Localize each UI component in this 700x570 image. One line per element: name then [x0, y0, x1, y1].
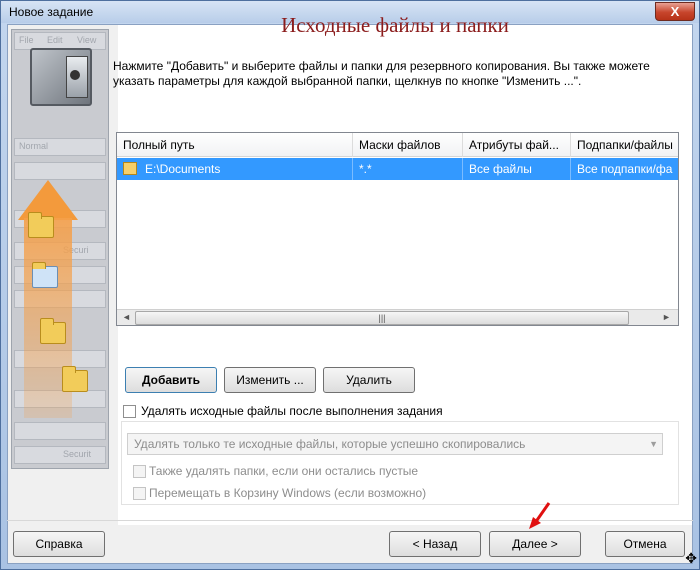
scrollbar-thumb[interactable]: ||| [135, 311, 629, 325]
delete-source-checkbox[interactable] [123, 405, 136, 418]
add-button[interactable]: Добавить [125, 367, 217, 393]
scroll-left-icon[interactable]: ◄ [122, 312, 131, 322]
folder-icon [28, 212, 54, 238]
ghost-menu-view: View [77, 35, 97, 45]
ghost-menu-file: File [19, 35, 34, 45]
delete-button[interactable]: Удалить [323, 367, 415, 393]
column-header-attributes[interactable]: Атрибуты фай... [463, 133, 571, 157]
back-button[interactable]: < Назад [389, 531, 481, 557]
cell-path: E:\Documents [139, 158, 353, 180]
video-folder-icon [62, 366, 88, 392]
delete-source-label[interactable]: Удалять исходные файлы после выполнения … [141, 404, 443, 418]
column-header-mask[interactable]: Маски файлов [353, 133, 463, 157]
picture-folder-icon [32, 262, 58, 288]
cell-subfolders: Все подпапки/фа [577, 162, 673, 176]
safe-icon [30, 48, 92, 106]
column-header-subfolders[interactable]: Подпапки/файлы [571, 133, 678, 157]
wizard-illustration: File Edit View Normal Securi Securit [11, 29, 109, 469]
cancel-button[interactable]: Отмена [605, 531, 685, 557]
cell-attributes: Все файлы [463, 158, 571, 180]
ghost-security-text: Securit [63, 449, 92, 459]
help-button[interactable]: Справка [13, 531, 105, 557]
scroll-right-icon[interactable]: ► [662, 312, 671, 322]
page-title: Исходные файлы и папки [281, 13, 509, 37]
resize-grip-icon[interactable]: ✥ [685, 550, 697, 567]
table-row[interactable]: E:\Documents *.* Все файлы Все подпапки/… [117, 158, 678, 180]
ghost-style-normal: Normal [19, 141, 49, 151]
recycle-bin-label[interactable]: Перемещать в Корзину Windows (если возмо… [149, 486, 426, 500]
page-description: Нажмите "Добавить" и выберите файлы и па… [113, 59, 650, 88]
ghost-style-row: Normal [14, 138, 106, 156]
horizontal-scrollbar[interactable]: ◄ ||| ► [117, 309, 678, 325]
safe-knob-icon [70, 70, 80, 80]
column-header-path[interactable]: Полный путь [117, 133, 353, 157]
list-header: Полный путь Маски файлов Атрибуты фай...… [117, 133, 678, 157]
ghost-security-row: Securit [14, 446, 106, 464]
source-files-list[interactable]: Полный путь Маски файлов Атрибуты фай...… [116, 132, 679, 326]
cell-mask: *.* [353, 158, 463, 180]
footer-separator [7, 520, 693, 521]
music-folder-icon [40, 318, 66, 344]
chevron-down-icon: ▼ [649, 439, 658, 449]
ghost-menu-edit: Edit [47, 35, 63, 45]
recycle-bin-checkbox[interactable] [133, 487, 146, 500]
dialog-window: Новое задание X File Edit View Normal Se… [0, 0, 700, 570]
pointer-arrow-icon [529, 502, 551, 529]
delete-empty-folders-label[interactable]: Также удалять папки, если они остались п… [149, 464, 418, 478]
delete-empty-folders-checkbox[interactable] [133, 465, 146, 478]
ghost-toolbar-row [14, 422, 106, 440]
up-arrow-icon [18, 180, 78, 220]
delete-mode-select[interactable]: Удалять только те исходные файлы, которы… [127, 433, 663, 455]
delete-mode-value: Удалять только те исходные файлы, которы… [134, 437, 526, 451]
edit-button[interactable]: Изменить ... [224, 367, 316, 393]
window-title: Новое задание [9, 5, 94, 19]
ghost-toolbar-row [14, 162, 106, 180]
folder-icon [123, 162, 137, 175]
